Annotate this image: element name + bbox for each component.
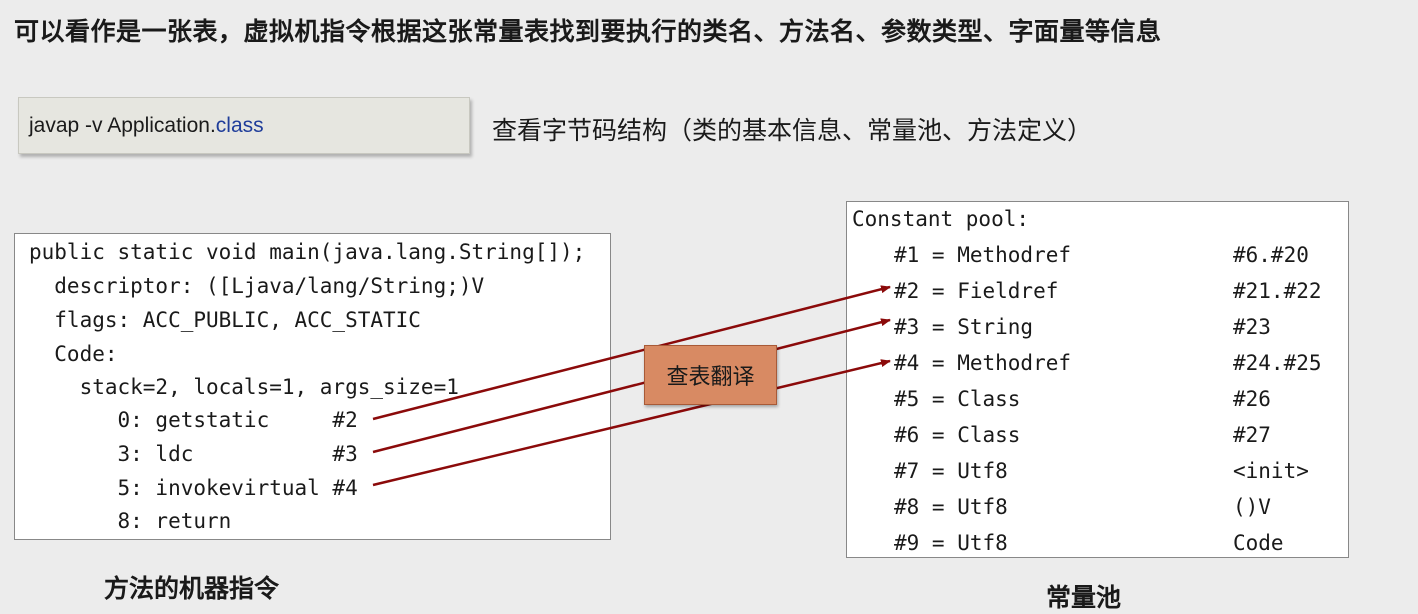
arrow-ldc-to-string	[372, 318, 891, 454]
reference-arrows	[372, 285, 891, 487]
arrow-invokevirtual-to-methodref	[372, 359, 891, 487]
arrow-getstatic-to-fieldref	[372, 285, 891, 421]
lookup-translate-badge: 查表翻译	[644, 345, 777, 405]
